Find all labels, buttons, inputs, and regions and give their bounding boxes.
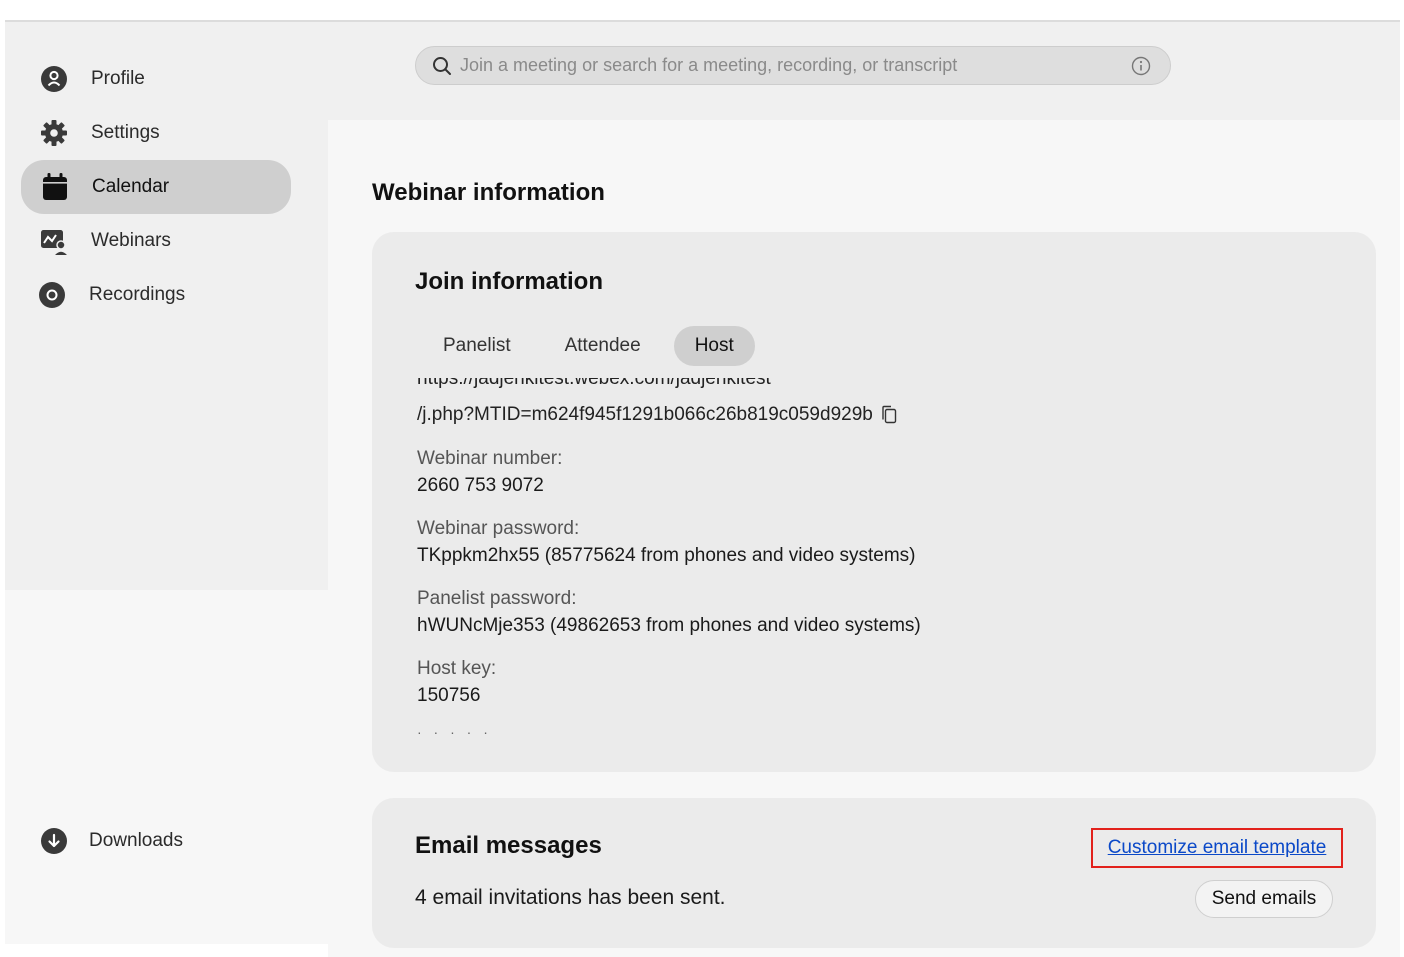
sidebar-item-label: Profile	[91, 68, 145, 89]
sidebar-item-label: Calendar	[92, 176, 170, 197]
panelist-password-label: Panelist password:	[417, 588, 577, 609]
customize-email-template-link[interactable]: Customize email template	[1108, 837, 1327, 859]
sidebar-item-label: Settings	[91, 122, 160, 143]
join-url-line-2: /j.php?MTID=m624f945f1291b066c26b819c059…	[417, 404, 898, 426]
download-icon	[39, 826, 69, 856]
sidebar-item-label: Recordings	[89, 284, 186, 305]
join-details-scroll[interactable]: https://jadjenkitest.webex.com/jadjenkit…	[417, 378, 1317, 738]
sidebar-item-recordings[interactable]: Recordings	[20, 272, 290, 318]
calendar-icon	[40, 172, 70, 202]
join-information-title: Join information	[415, 268, 603, 295]
truncated-next-line: · · · · ·	[417, 724, 492, 734]
search-bar[interactable]	[415, 46, 1171, 85]
tab-host[interactable]: Host	[673, 326, 755, 366]
panelist-password-value: hWUNcMje353 (49862653 from phones and vi…	[417, 615, 921, 636]
join-information-card: Join information Panelist Attendee Host …	[372, 232, 1376, 772]
host-key-value: 150756	[417, 685, 481, 706]
webinar-icon	[39, 226, 69, 256]
profile-icon	[39, 64, 69, 94]
gear-icon	[39, 118, 69, 148]
sidebar-item-profile[interactable]: Profile	[20, 56, 290, 102]
recordings-icon	[37, 280, 67, 310]
sidebar-item-downloads[interactable]: Downloads	[20, 818, 290, 864]
tab-attendee[interactable]: Attendee	[544, 326, 662, 366]
email-messages-title: Email messages	[415, 832, 602, 859]
join-tabs: Panelist Attendee Host	[422, 326, 767, 366]
downloads-label: Downloads	[89, 830, 183, 851]
window-top	[0, 0, 1404, 6]
sidebar-lower	[5, 590, 328, 944]
webinar-number-value: 2660 753 9072	[417, 475, 544, 496]
search-icon	[432, 56, 452, 76]
webinar-password-label: Webinar password:	[417, 518, 580, 539]
send-emails-button[interactable]: Send emails	[1195, 880, 1333, 918]
email-status-text: 4 email invitations has been sent.	[415, 886, 726, 909]
tab-panelist[interactable]: Panelist	[422, 326, 532, 366]
join-url-text: /j.php?MTID=m624f945f1291b066c26b819c059…	[417, 404, 873, 425]
webinar-password-value: TKppkm2hx55 (85775624 from phones and vi…	[417, 545, 916, 566]
host-key-label: Host key:	[417, 658, 497, 679]
webinar-number-label: Webinar number:	[417, 448, 563, 469]
page-title: Webinar information	[372, 179, 605, 206]
email-messages-card: Email messages	[372, 798, 1376, 948]
sidebar-item-calendar[interactable]: Calendar	[21, 160, 291, 214]
sidebar-item-label: Webinars	[91, 230, 171, 251]
customize-email-highlight: Customize email template	[1091, 828, 1343, 868]
sidebar-item-settings[interactable]: Settings	[20, 110, 290, 156]
sidebar-item-webinars[interactable]: Webinars	[20, 218, 290, 264]
search-input[interactable]	[460, 55, 1120, 76]
info-icon[interactable]	[1130, 55, 1152, 77]
copy-icon[interactable]	[880, 405, 898, 425]
join-url-line-1: https://jadjenkitest.webex.com/jadjenkit…	[417, 378, 771, 389]
